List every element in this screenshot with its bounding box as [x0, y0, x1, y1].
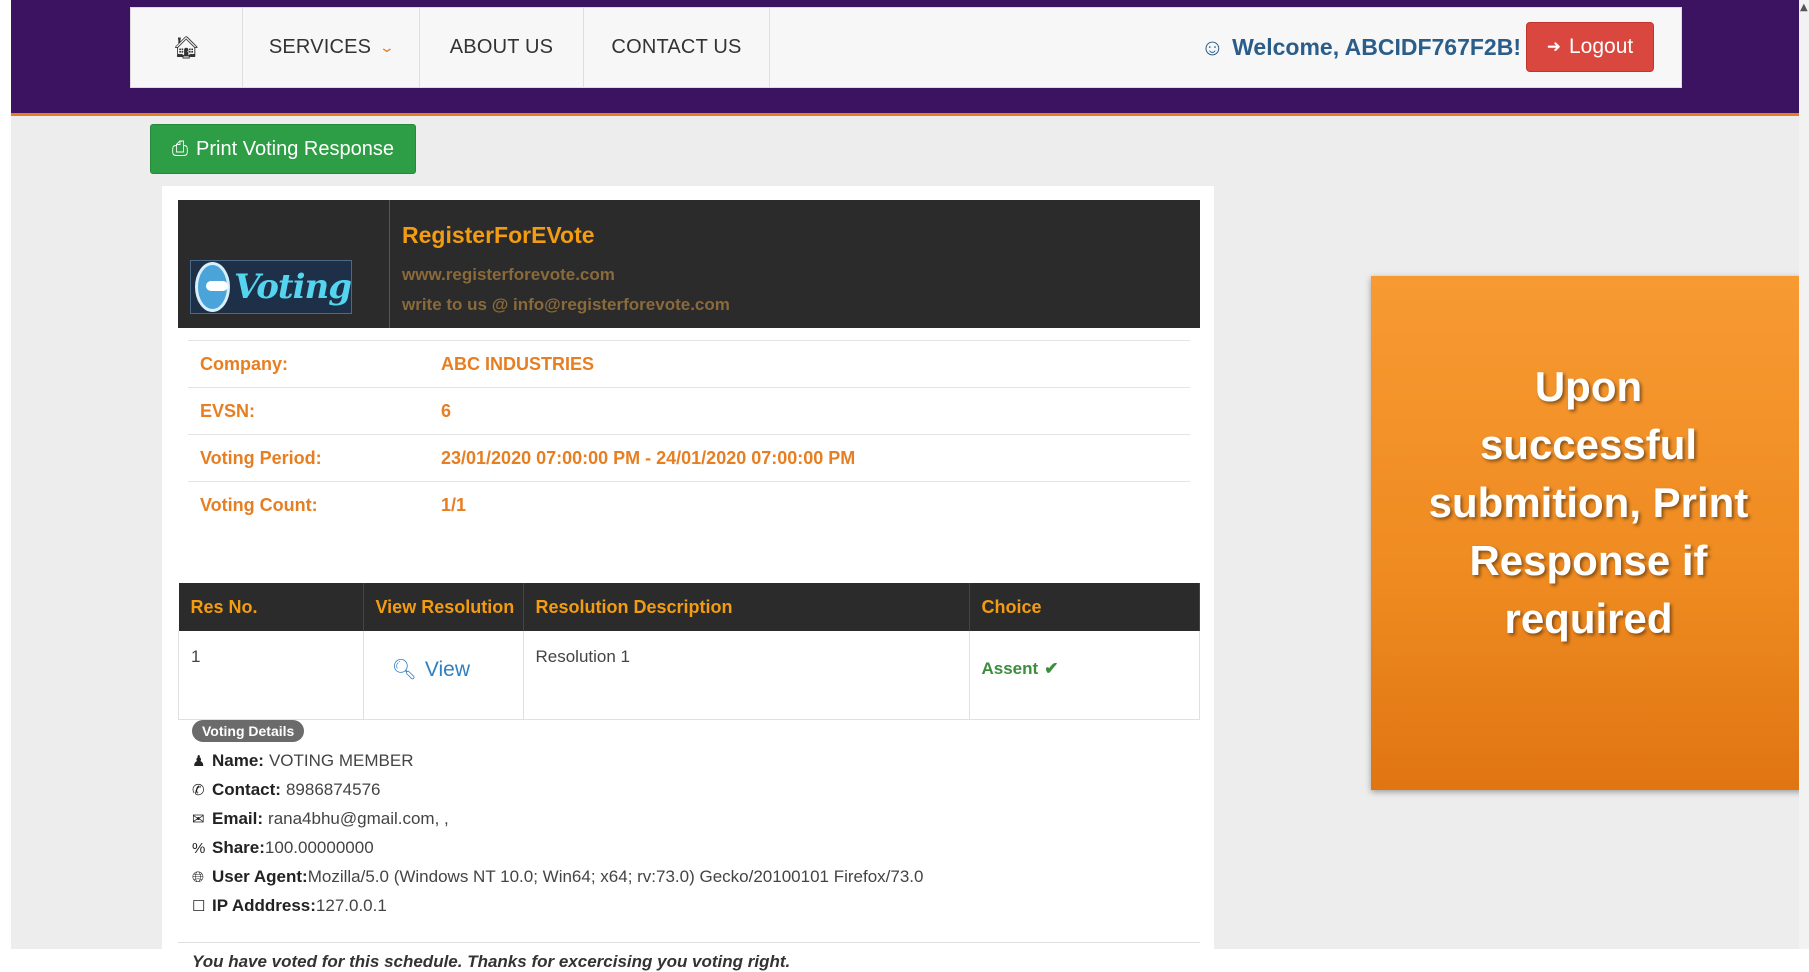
- nav-home[interactable]: 🏠︎: [131, 8, 243, 87]
- info-row-voting-count: Voting Count: 1/1: [188, 481, 1190, 528]
- welcome-text: Welcome, ABCIDF767F2B!: [1232, 34, 1521, 60]
- detail-agent-value: Mozilla/5.0 (Windows NT 10.0; Win64; x64…: [307, 867, 924, 886]
- detail-share-label: Share:: [212, 838, 265, 857]
- user-circle-icon: ☺: [1200, 34, 1225, 60]
- instruction-callout: Upon successful submition, Print Respons…: [1371, 276, 1806, 790]
- scroll-up-arrow-icon[interactable]: ▲: [1800, 2, 1808, 13]
- print-icon: ⎙: [172, 137, 189, 160]
- voted-footnote: You have voted for this schedule. Thanks…: [192, 952, 791, 971]
- choice-cell: Assent ✔: [969, 631, 1200, 720]
- view-link-label: View: [424, 657, 471, 681]
- check-icon: ✔: [1044, 659, 1059, 678]
- detail-contact: ✆ Contact: 8986874576: [192, 780, 1192, 800]
- info-value: ABC INDUSTRIES: [429, 340, 1190, 388]
- brand-info: RegisterForEVote www.registerforevote.co…: [390, 200, 730, 328]
- detail-agent-label: User Agent:: [212, 867, 308, 886]
- info-value: 6: [429, 387, 1190, 435]
- binoculars-icon: 🔍︎: [391, 659, 417, 681]
- detail-share-value: 100.00000000: [264, 838, 374, 857]
- globe-icon: 🌐︎: [192, 868, 205, 886]
- home-icon: 🏠︎: [172, 34, 201, 60]
- brand-email: write to us @ info@registerforevote.com: [402, 295, 730, 314]
- col-resolution-description: Resolution Description: [523, 583, 970, 631]
- info-row-company: Company: ABC INDUSTRIES: [188, 340, 1190, 388]
- res-no-cell: 1: [178, 631, 364, 720]
- info-value: 23/01/2020 07:00:00 PM - 24/01/2020 07:0…: [429, 434, 1190, 482]
- logout-button[interactable]: ➜ Logout: [1526, 22, 1654, 72]
- detail-name: ♟ Name: VOTING MEMBER: [192, 751, 1192, 771]
- mouse-icon: [195, 262, 230, 312]
- info-row-voting-period: Voting Period: 23/01/2020 07:00:00 PM - …: [188, 434, 1190, 482]
- brand-website: www.registerforevote.com: [402, 265, 615, 284]
- print-voting-response-button[interactable]: ⎙ Print Voting Response: [150, 124, 416, 174]
- table-row: 1 🔍︎ View Resolution 1 Assent ✔: [178, 631, 1200, 720]
- view-resolution-link[interactable]: 🔍︎ View: [392, 657, 523, 682]
- voting-details: Voting Details ♟ Name: VOTING MEMBER ✆ C…: [192, 720, 1192, 916]
- resolution-table-header: Res No. View Resolution Resolution Descr…: [178, 583, 1200, 631]
- detail-email: ✉ Email: rana4bhu@gmail.com, ,: [192, 809, 1192, 829]
- detail-contact-value: 8986874576: [285, 780, 381, 799]
- detail-share: % Share: 100.00000000: [192, 838, 1192, 858]
- detail-user-agent: 🌐︎ User Agent: Mozilla/5.0 (Windows NT 1…: [192, 867, 1192, 887]
- print-button-label: Print Voting Response: [196, 137, 394, 160]
- logo-cell: Voting: [178, 200, 390, 328]
- choice-label: Assent: [981, 659, 1039, 678]
- view-cell: 🔍︎ View: [363, 631, 524, 720]
- col-res-no: Res No.: [178, 583, 364, 631]
- nav-about-label: ABOUT US: [449, 36, 554, 58]
- logo-text: Voting: [233, 267, 352, 307]
- col-choice: Choice: [969, 583, 1200, 631]
- detail-ip-address: ☐ IP Adddress: 127.0.0.1: [192, 896, 1192, 916]
- callout-text: Upon successful submition, Print Respons…: [1428, 363, 1749, 642]
- chevron-down-icon: ⌄: [378, 39, 396, 55]
- col-view-resolution: View Resolution: [363, 583, 524, 631]
- phone-icon: ✆: [192, 782, 205, 799]
- nav-contact-label: CONTACT US: [611, 36, 742, 58]
- detail-ip-label: IP Adddress:: [212, 896, 316, 915]
- choice-assent: Assent ✔: [982, 659, 1200, 679]
- info-label: Voting Count:: [188, 481, 429, 528]
- detail-contact-label: Contact:: [212, 780, 281, 799]
- detail-name-value: VOTING MEMBER: [268, 751, 414, 770]
- desktop-icon: ☐: [192, 898, 206, 915]
- resolution-table: Res No. View Resolution Resolution Descr…: [178, 583, 1200, 720]
- nav-contact-us[interactable]: CONTACT US: [584, 8, 770, 87]
- info-label: Voting Period:: [188, 434, 429, 482]
- voting-logo: Voting: [190, 260, 352, 314]
- sign-out-icon: ➜: [1546, 37, 1561, 56]
- info-value: 1/1: [429, 481, 1190, 528]
- percent-icon: %: [192, 839, 206, 857]
- envelope-icon: ✉: [192, 811, 205, 828]
- welcome-message: ☺ Welcome, ABCIDF767F2B!: [1201, 8, 1521, 87]
- brand-name: RegisterForEVote: [402, 222, 595, 248]
- description-cell: Resolution 1: [523, 631, 970, 720]
- nav-services-label: SERVICES: [268, 36, 372, 58]
- page-scrollbar[interactable]: [1799, 0, 1809, 949]
- nav-about-us[interactable]: ABOUT US: [420, 8, 584, 87]
- detail-ip-value: 127.0.0.1: [315, 896, 387, 915]
- info-label: Company:: [188, 340, 429, 388]
- voting-response-card: Voting RegisterForEVote www.registerfore…: [162, 186, 1214, 971]
- info-label: EVSN:: [188, 387, 429, 435]
- user-icon: ♟: [192, 753, 206, 770]
- nav-services[interactable]: SERVICES ⌄: [243, 8, 420, 87]
- brand-header: Voting RegisterForEVote www.registerfore…: [178, 200, 1200, 328]
- info-table: Company: ABC INDUSTRIES EVSN: 6 Voting P…: [188, 340, 1190, 528]
- detail-email-label: Email:: [212, 809, 264, 828]
- detail-email-value: rana4bhu@gmail.com, ,: [268, 809, 449, 828]
- info-row-evsn: EVSN: 6: [188, 387, 1190, 435]
- top-navbar: 🏠︎ SERVICES ⌄ ABOUT US CONTACT US ☺ Welc…: [130, 7, 1682, 88]
- voting-details-badge: Voting Details: [192, 720, 305, 742]
- detail-name-label: Name:: [212, 751, 264, 770]
- divider: [178, 942, 1200, 943]
- logout-label: Logout: [1569, 35, 1634, 58]
